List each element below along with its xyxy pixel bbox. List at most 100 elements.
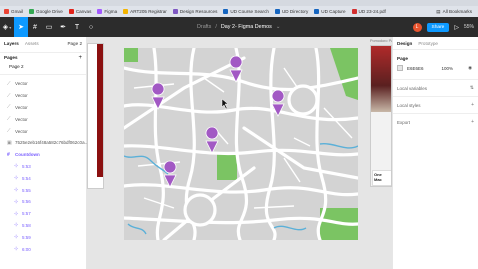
right-frame-label[interactable]: Pomodoro Pages xyxy=(370,39,392,43)
layer-label: Vector xyxy=(15,128,28,134)
background-hex[interactable]: E6E6E6 xyxy=(407,66,424,71)
avatar[interactable]: L xyxy=(412,22,422,32)
main-menu-button[interactable]: ◈ ▾ xyxy=(0,17,14,37)
tab-assets[interactable]: Assets xyxy=(25,41,39,46)
page-background-row[interactable]: E6E6E6 100% ◉ xyxy=(397,63,474,73)
background-swatch[interactable] xyxy=(397,65,403,71)
background-opacity[interactable]: 100% xyxy=(442,66,454,71)
chevron-down-icon[interactable]: ⌄ xyxy=(276,24,281,30)
vector-layer-icon: ⟋ xyxy=(7,104,11,111)
eye-icon[interactable]: ◉ xyxy=(468,65,472,71)
play-icon[interactable]: ▷ xyxy=(454,24,459,31)
add-page-icon[interactable]: + xyxy=(78,55,82,61)
layer-label: 5:59 xyxy=(22,234,31,240)
text-icon: T xyxy=(74,23,80,31)
bookmark-favicon-icon xyxy=(172,9,178,14)
bookmark-label: UD Course Search xyxy=(230,9,269,14)
bookmark-item[interactable]: Figma xyxy=(97,9,117,14)
file-name[interactable]: Day 2- Figma Demos xyxy=(221,24,272,30)
layer-label: Vector xyxy=(15,93,28,99)
right-frame-partial[interactable]: Pomodoro Pages One Mac xyxy=(370,39,392,187)
local-variables-row[interactable]: Local variables ⇅ xyxy=(393,79,478,96)
layer-row[interactable]: ⟋ Vector xyxy=(0,78,86,90)
left-frame-partial[interactable] xyxy=(87,43,104,189)
layer-row[interactable]: ⊹ 5:58 xyxy=(0,220,86,232)
bookmark-item[interactable]: ART205 Registrar xyxy=(123,9,167,14)
bookmark-favicon-icon xyxy=(274,9,280,14)
bookmark-item[interactable]: UD Directory xyxy=(274,9,308,14)
layer-row[interactable]: ⟋ Vector xyxy=(0,90,86,102)
vector-layer-icon: ⟋ xyxy=(7,80,11,87)
layer-row[interactable]: ⟋ Vector xyxy=(0,102,86,114)
layer-label: Vector xyxy=(15,104,28,110)
export-row[interactable]: Export + xyxy=(393,113,478,130)
layer-row[interactable]: ⊹ 6:00 xyxy=(0,243,86,255)
bookmark-item[interactable]: UD Course Search xyxy=(223,9,269,14)
layers-list: ⟋ Vector ⟋ Vector ⟋ Vector ⟋ Vector ⟋ Vector ▣ 7525… xyxy=(0,78,88,255)
share-button[interactable]: Share xyxy=(426,22,450,32)
bookmark-favicon-icon xyxy=(223,9,229,14)
layer-row[interactable]: # Countdown xyxy=(0,149,86,161)
vector-layer-icon: ⟋ xyxy=(7,128,11,135)
all-bookmarks-button[interactable]: ▤ All Bookmarks xyxy=(433,6,472,17)
pen-tool-button[interactable]: ✒ xyxy=(56,17,70,37)
layer-label: 5:55 xyxy=(22,187,31,193)
breadcrumb-separator: / xyxy=(215,24,217,30)
page-selector[interactable]: Page 2 xyxy=(67,41,82,46)
bookmark-item[interactable]: Gmail xyxy=(4,9,23,14)
layer-row[interactable]: ⊹ 5:56 xyxy=(0,196,86,208)
layer-label: Vector xyxy=(15,116,28,122)
layer-row[interactable]: ⊹ 5:54 xyxy=(0,172,86,184)
zoom-level[interactable]: 55% xyxy=(464,24,474,30)
breadcrumb-drafts[interactable]: Drafts xyxy=(197,24,211,30)
layer-label: 5:53 xyxy=(22,163,31,169)
layer-row[interactable]: ▣ 7525e2eb16f48a582c76bdf062c0a... xyxy=(0,137,88,149)
layer-label: Vector xyxy=(15,81,28,87)
bookmark-item[interactable]: UD 23-24.pdf xyxy=(351,9,386,14)
text-tool-button[interactable]: T xyxy=(70,17,84,37)
layer-label: 5:56 xyxy=(22,199,31,205)
local-variables-label: Local variables xyxy=(397,85,428,91)
layer-row[interactable]: ⊹ 5:53 xyxy=(0,161,86,173)
layer-row[interactable]: ⊹ 5:59 xyxy=(0,231,86,243)
bookmark-item[interactable]: Google Drive xyxy=(29,9,63,14)
shape-tool-button[interactable]: ▭ xyxy=(42,17,56,37)
bookmark-item[interactable]: Canvas xyxy=(68,9,91,14)
vector-layer-icon: ⟋ xyxy=(7,116,11,123)
map-image[interactable] xyxy=(124,48,358,240)
variables-settings-icon[interactable]: ⇅ xyxy=(470,85,474,91)
frame-tool-button[interactable]: # xyxy=(28,17,42,37)
bookmark-favicon-icon xyxy=(314,9,320,14)
add-export-icon[interactable]: + xyxy=(471,119,474,125)
local-styles-label: Local styles xyxy=(397,102,421,108)
add-style-icon[interactable]: + xyxy=(471,102,474,108)
comment-tool-button[interactable]: ○ xyxy=(84,17,98,37)
tab-prototype[interactable]: Prototype xyxy=(418,41,438,46)
child-layer-icon: ⊹ xyxy=(14,246,19,253)
pen-icon: ✒ xyxy=(60,24,66,31)
local-styles-row[interactable]: Local styles + xyxy=(393,96,478,113)
layer-row[interactable]: ⟋ Vector xyxy=(0,125,86,137)
canvas[interactable]: Pomodoro Pages One Mac xyxy=(87,37,392,269)
tab-layers[interactable]: Layers xyxy=(4,41,19,46)
page-section: Page E6E6E6 100% ◉ xyxy=(393,49,478,73)
child-layer-icon: ⊹ xyxy=(14,210,19,217)
child-layer-icon: ⊹ xyxy=(14,198,19,205)
frame-icon: # xyxy=(33,23,37,31)
move-tool-button[interactable]: ➤ xyxy=(14,17,28,37)
page-item[interactable]: Page 2 xyxy=(0,62,86,71)
layer-row[interactable]: ⊹ 5:55 xyxy=(0,184,86,196)
bookmark-label: Figma xyxy=(104,9,118,14)
bookmark-item[interactable]: UD Capture xyxy=(314,9,346,14)
design-panel: Design Prototype Page E6E6E6 100% ◉ Loca… xyxy=(392,37,478,269)
right-frame-image xyxy=(371,46,391,112)
bookmark-favicon-icon xyxy=(29,9,34,14)
figma-toolbar: ◈ ▾ ➤ # ▭ ✒ T ○ Drafts / Day 2- Figma Dem… xyxy=(0,17,478,37)
layer-row[interactable]: ⊹ 5:57 xyxy=(0,208,86,220)
child-layer-icon: ⊹ xyxy=(14,222,19,229)
bookmark-item[interactable]: Design Resources xyxy=(172,9,217,14)
tab-design[interactable]: Design xyxy=(397,41,412,46)
frame-layer-icon: # xyxy=(7,151,10,158)
bookmark-label: Google Drive xyxy=(36,9,63,14)
layer-row[interactable]: ⟋ Vector xyxy=(0,113,86,125)
